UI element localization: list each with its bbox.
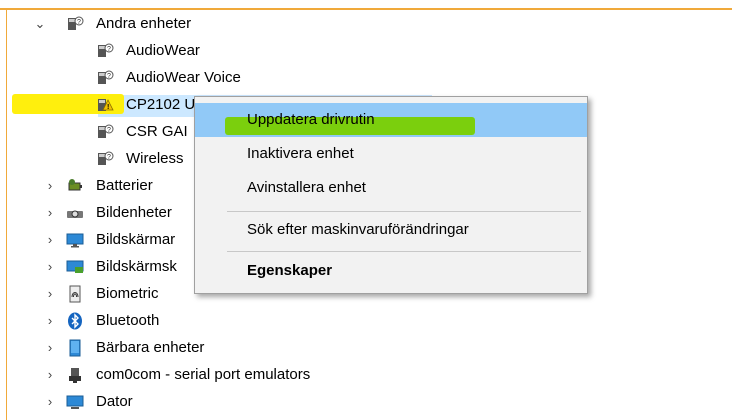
tree-node-label: Bärbara enheter <box>96 339 205 356</box>
bluetooth-icon <box>68 312 82 330</box>
chevron-right-icon[interactable]: › <box>44 389 56 415</box>
chevron-down-icon[interactable]: ⌄ <box>34 11 46 37</box>
warning-device-icon: ! <box>98 99 114 111</box>
tree-node-label: Andra enheter <box>96 15 192 32</box>
chevron-right-icon[interactable]: › <box>44 254 56 280</box>
monitor-icon <box>66 233 84 248</box>
chevron-right-icon[interactable]: › <box>44 281 56 307</box>
tree-node-label: Bildskärmar <box>96 231 176 248</box>
chevron-right-icon[interactable]: › <box>44 227 56 253</box>
svg-text:!: ! <box>107 104 109 111</box>
tree-node-com0com[interactable]: › com0com - serial port emulators <box>0 362 400 388</box>
menu-item-label: Inaktivera enhet <box>247 145 354 162</box>
computer-icon <box>66 395 84 409</box>
camera-icon <box>67 210 83 218</box>
unknown-device-icon: ? <box>98 70 114 84</box>
chevron-right-icon[interactable]: › <box>44 200 56 226</box>
tree-item-label: AudioWear <box>126 42 200 59</box>
menu-separator <box>227 211 581 212</box>
menu-separator <box>227 251 581 252</box>
tree-node-portable-devices[interactable]: › Bärbara enheter <box>0 335 400 361</box>
tree-node-other-devices[interactable]: ⌄ ? Andra enheter <box>0 11 600 37</box>
unknown-device-icon: ? <box>98 151 114 165</box>
tree-item-label: CP2102 U <box>126 96 196 113</box>
menu-item-disable-device[interactable]: Inaktivera enhet <box>195 137 587 171</box>
tree-node-bluetooth[interactable]: › Bluetooth <box>0 308 400 334</box>
unknown-device-icon: ? <box>98 124 114 138</box>
port-icon <box>69 368 81 383</box>
chevron-right-icon[interactable]: › <box>44 173 56 199</box>
tree-item-audiowear-voice[interactable]: ? AudioWear Voice <box>0 65 400 91</box>
chevron-right-icon[interactable]: › <box>44 362 56 388</box>
battery-icon <box>68 179 82 191</box>
window-frame-top <box>0 8 732 10</box>
menu-item-uninstall-device[interactable]: Avinstallera enhet <box>195 171 587 205</box>
tree-node-label: com0com - serial port emulators <box>96 366 311 383</box>
tree-item-label: CSR GAI <box>126 123 188 140</box>
tree-node-label: Bildskärmsk <box>96 258 177 275</box>
context-menu: Uppdatera drivrutin Inaktivera enhet Avi… <box>194 96 588 294</box>
svg-text:?: ? <box>107 154 111 161</box>
menu-item-label: Avinstallera enhet <box>247 179 366 196</box>
menu-item-properties[interactable]: Egenskaper <box>195 254 587 288</box>
menu-item-update-driver[interactable]: Uppdatera drivrutin <box>195 103 587 137</box>
tree-item-audiowear[interactable]: ? AudioWear <box>0 38 400 64</box>
tree-item-label: Wireless <box>126 150 184 167</box>
unknown-device-icon: ? <box>68 16 84 30</box>
tree-node-label: Biometric <box>96 285 159 302</box>
portable-device-icon <box>69 339 81 357</box>
tree-node-label: Bluetooth <box>96 312 160 329</box>
tree-node-label: Bildenheter <box>96 204 172 221</box>
svg-text:?: ? <box>107 127 111 134</box>
svg-text:?: ? <box>107 73 111 80</box>
display-adapter-icon <box>66 260 84 273</box>
chevron-right-icon[interactable]: › <box>44 308 56 334</box>
chevron-right-icon[interactable]: › <box>44 335 56 361</box>
svg-text:?: ? <box>107 46 111 53</box>
unknown-device-icon: ? <box>98 43 114 57</box>
tree-node-label: Batterier <box>96 177 153 194</box>
tree-item-label: AudioWear Voice <box>126 69 241 86</box>
fingerprint-icon <box>69 285 81 303</box>
tree-node-computer[interactable]: › Dator <box>0 389 400 415</box>
menu-item-label: Uppdatera drivrutin <box>247 111 375 128</box>
menu-item-label: Egenskaper <box>247 262 333 279</box>
svg-text:?: ? <box>77 19 81 26</box>
menu-item-label: Sök efter maskinvaruförändringar <box>247 221 469 238</box>
menu-item-scan-hardware[interactable]: Sök efter maskinvaruförändringar <box>195 213 587 247</box>
tree-node-label: Dator <box>96 393 133 410</box>
